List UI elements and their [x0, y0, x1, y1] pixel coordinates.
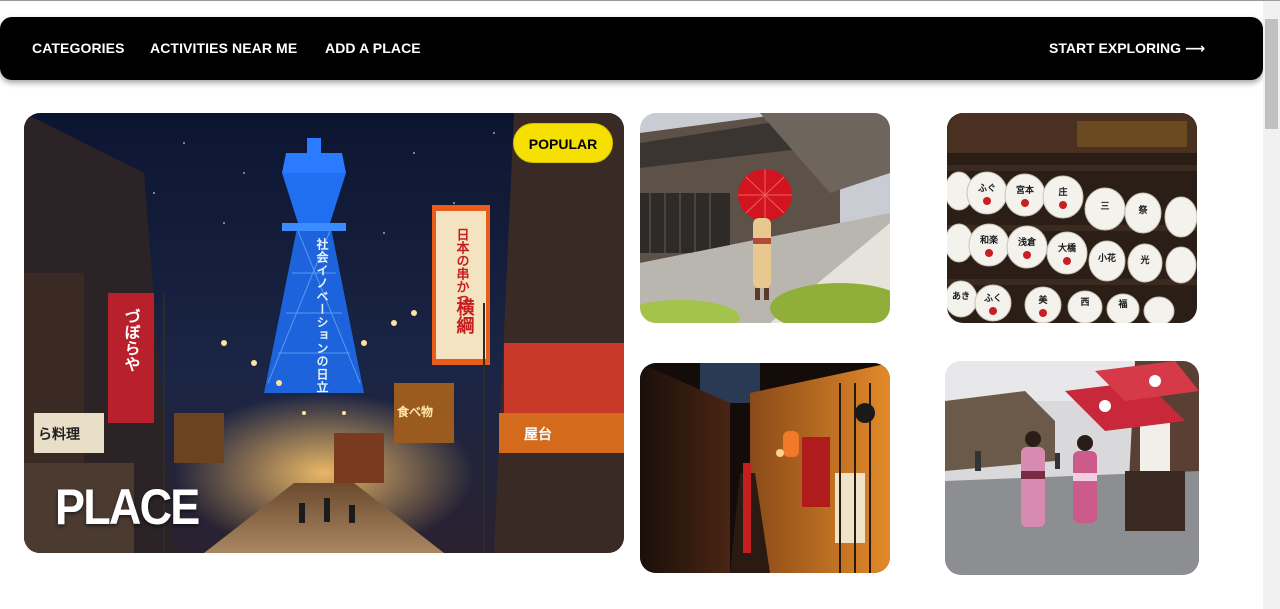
lantern-label: 光: [1139, 254, 1149, 266]
start-exploring-button[interactable]: START EXPLORING ⟶: [1049, 40, 1205, 57]
lantern-label: あき: [952, 291, 970, 302]
arrow-right-icon: ⟶: [1184, 40, 1206, 56]
right-lower-sign-text: 屋台: [524, 426, 552, 443]
tower-sign-text: 社会イノベーションの日立: [315, 237, 329, 394]
lantern-label: 福: [1117, 298, 1127, 310]
place-card-lanterns[interactable]: ふぐ 宮本 庄 三 祭 和楽 浅倉 大橋 小花 光 あき ふく 美 西 福: [947, 113, 1197, 323]
lantern-label: ふく: [984, 293, 1002, 304]
lantern-label: 浅倉: [1018, 236, 1037, 248]
lantern-label: 宮本: [1016, 184, 1035, 196]
place-card-kimono-street[interactable]: [945, 361, 1199, 575]
nav-add-a-place[interactable]: ADD A PLACE: [325, 40, 421, 56]
scrollbar-thumb[interactable]: [1265, 19, 1278, 129]
window-top-border: [0, 0, 1280, 1]
night-alley-image: [640, 363, 890, 573]
top-navbar: CATEGORIES ACTIVITIES NEAR ME ADD A PLAC…: [0, 17, 1263, 80]
lantern-label: 庄: [1058, 186, 1067, 198]
middle-sign-text: 食べ物: [396, 404, 433, 419]
lantern-label: 美: [1038, 294, 1048, 306]
start-exploring-label: START EXPLORING: [1049, 40, 1181, 56]
nav-activities-near-me[interactable]: ACTIVITIES NEAR ME: [150, 40, 297, 56]
popular-badge: POPULAR: [513, 123, 613, 163]
left-sign-text: づぼらや: [122, 308, 141, 372]
kimono-street-image: [945, 361, 1199, 575]
featured-place-title: PLACE: [55, 479, 200, 535]
place-card-umbrella-street[interactable]: [640, 113, 890, 323]
lantern-label: 大橋: [1058, 242, 1077, 254]
place-card-night-alley[interactable]: [640, 363, 890, 573]
left-lower-sign-text: ら料理: [38, 426, 80, 443]
right-sign-big-text: 横綱: [454, 297, 475, 335]
lantern-label: 小花: [1097, 252, 1116, 264]
nav-categories[interactable]: CATEGORIES: [32, 40, 125, 56]
vertical-scrollbar[interactable]: [1263, 1, 1280, 609]
lanterns-image: ふぐ 宮本 庄 三 祭 和楽 浅倉 大橋 小花 光 あき ふく 美 西 福: [947, 113, 1197, 323]
umbrella-street-image: [640, 113, 890, 323]
lantern-label: 西: [1080, 297, 1089, 308]
lantern-label: 三: [1100, 201, 1109, 212]
lantern-label: 和楽: [979, 234, 999, 246]
lantern-label: ふぐ: [978, 183, 996, 194]
right-sign-text: 日本の串かつ: [454, 228, 470, 306]
lantern-label: 祭: [1137, 204, 1148, 216]
